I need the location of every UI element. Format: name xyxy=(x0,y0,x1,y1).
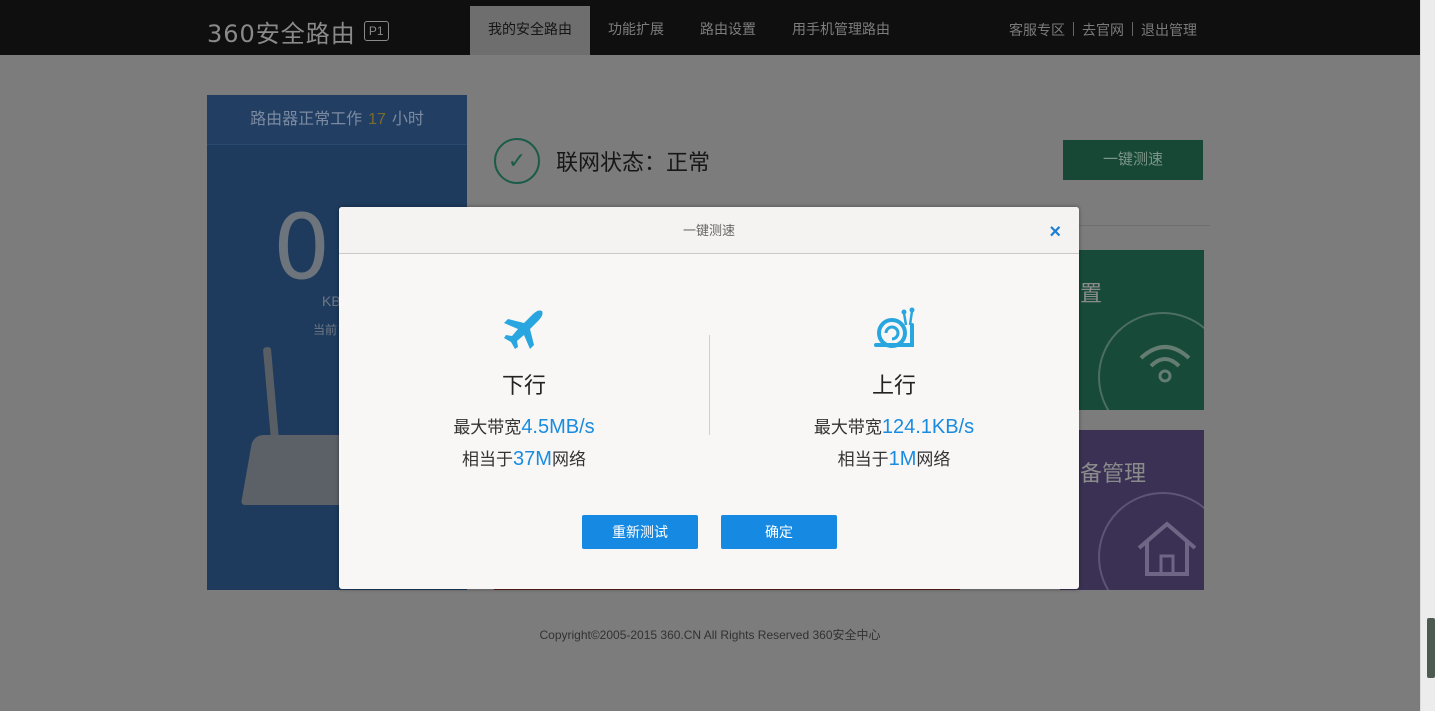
scrollbar[interactable] xyxy=(1420,0,1435,711)
current-speed-unit: KB xyxy=(322,293,341,309)
snail-icon xyxy=(754,307,1034,352)
confirm-button[interactable]: 确定 xyxy=(721,515,837,549)
tile-label: 备管理 xyxy=(1080,461,1147,486)
uptime-suffix: 小时 xyxy=(391,111,424,128)
speedtest-dialog: 一键测速 × 下行 最大带宽4.5MB/s 相当于37M网络 上行 最大带宽12… xyxy=(339,207,1079,589)
network-status-text: 联网状态：正常 xyxy=(556,150,711,175)
official-site-link[interactable]: 去官网 xyxy=(1074,20,1132,40)
uptime-hours: 17 xyxy=(368,111,386,128)
download-bandwidth: 最大带宽4.5MB/s xyxy=(384,413,664,439)
wifi-icon xyxy=(1135,340,1195,394)
equivalent-label: 相当于 xyxy=(837,450,889,469)
download-result: 下行 最大带宽4.5MB/s 相当于37M网络 xyxy=(384,307,664,471)
airplane-icon xyxy=(384,307,664,352)
speedtest-button[interactable]: 一键测速 xyxy=(1063,140,1203,180)
top-links: 客服专区 去官网 退出管理 xyxy=(1001,20,1205,40)
check-icon: ✓ xyxy=(494,138,540,184)
network-status: ✓ 联网状态：正常 xyxy=(494,138,711,184)
device-manage-tile[interactable]: 备管理 xyxy=(1060,430,1204,590)
upload-bandwidth: 最大带宽124.1KB/s xyxy=(754,413,1034,439)
upload-result: 上行 最大带宽124.1KB/s 相当于1M网络 xyxy=(754,307,1034,471)
dialog-title: 一键测速 xyxy=(682,223,735,238)
close-icon[interactable]: × xyxy=(1049,209,1061,256)
nav-router-settings[interactable]: 路由设置 xyxy=(682,6,774,55)
download-equivalent: 相当于37M网络 xyxy=(384,445,664,471)
upload-equivalent-value: 1M xyxy=(888,448,917,470)
uptime-header: 路由器正常工作 17 小时 xyxy=(207,95,467,145)
download-equivalent-value: 37M xyxy=(513,448,552,470)
uptime-prefix: 路由器正常工作 xyxy=(250,111,363,128)
nav-my-router[interactable]: 我的安全路由 xyxy=(470,6,590,55)
upload-bandwidth-value: 124.1KB/s xyxy=(881,416,975,438)
current-speed-note: 当前 xyxy=(313,323,338,337)
upload-equivalent: 相当于1M网络 xyxy=(754,445,1034,471)
main-nav: 我的安全路由 功能扩展 路由设置 用手机管理路由 xyxy=(470,6,908,55)
upload-title: 上行 xyxy=(871,373,916,398)
logo[interactable]: 360安全路由 P1 xyxy=(207,17,389,48)
column-divider xyxy=(709,335,710,435)
network-label: 网络 xyxy=(916,450,951,469)
tile-label: 置 xyxy=(1080,281,1103,306)
scroll-thumb[interactable] xyxy=(1427,618,1435,678)
footer-copyright: Copyright©2005-2015 360.CN All Rights Re… xyxy=(539,628,881,642)
bandwidth-label: 最大带宽 xyxy=(813,418,882,437)
network-label: 网络 xyxy=(551,450,586,469)
logout-link[interactable]: 退出管理 xyxy=(1133,20,1205,40)
nav-mobile-manage[interactable]: 用手机管理路由 xyxy=(774,6,908,55)
logo-badge: P1 xyxy=(363,21,389,41)
nav-extensions[interactable]: 功能扩展 xyxy=(590,6,682,55)
equivalent-label: 相当于 xyxy=(462,450,514,469)
download-title: 下行 xyxy=(501,373,546,398)
bandwidth-label: 最大带宽 xyxy=(453,418,522,437)
wifi-settings-tile[interactable]: 置 xyxy=(1060,250,1204,410)
support-link[interactable]: 客服专区 xyxy=(1001,20,1073,40)
home-icon xyxy=(1135,520,1199,586)
download-bandwidth-value: 4.5MB/s xyxy=(521,416,595,438)
router-antenna xyxy=(262,346,280,443)
dialog-header: 一键测速 × xyxy=(339,207,1079,254)
top-bar: 360安全路由 P1 我的安全路由 功能扩展 路由设置 用手机管理路由 客服专区… xyxy=(0,0,1420,55)
retest-button[interactable]: 重新测试 xyxy=(582,515,698,549)
logo-text: 360安全路由 xyxy=(207,19,356,48)
